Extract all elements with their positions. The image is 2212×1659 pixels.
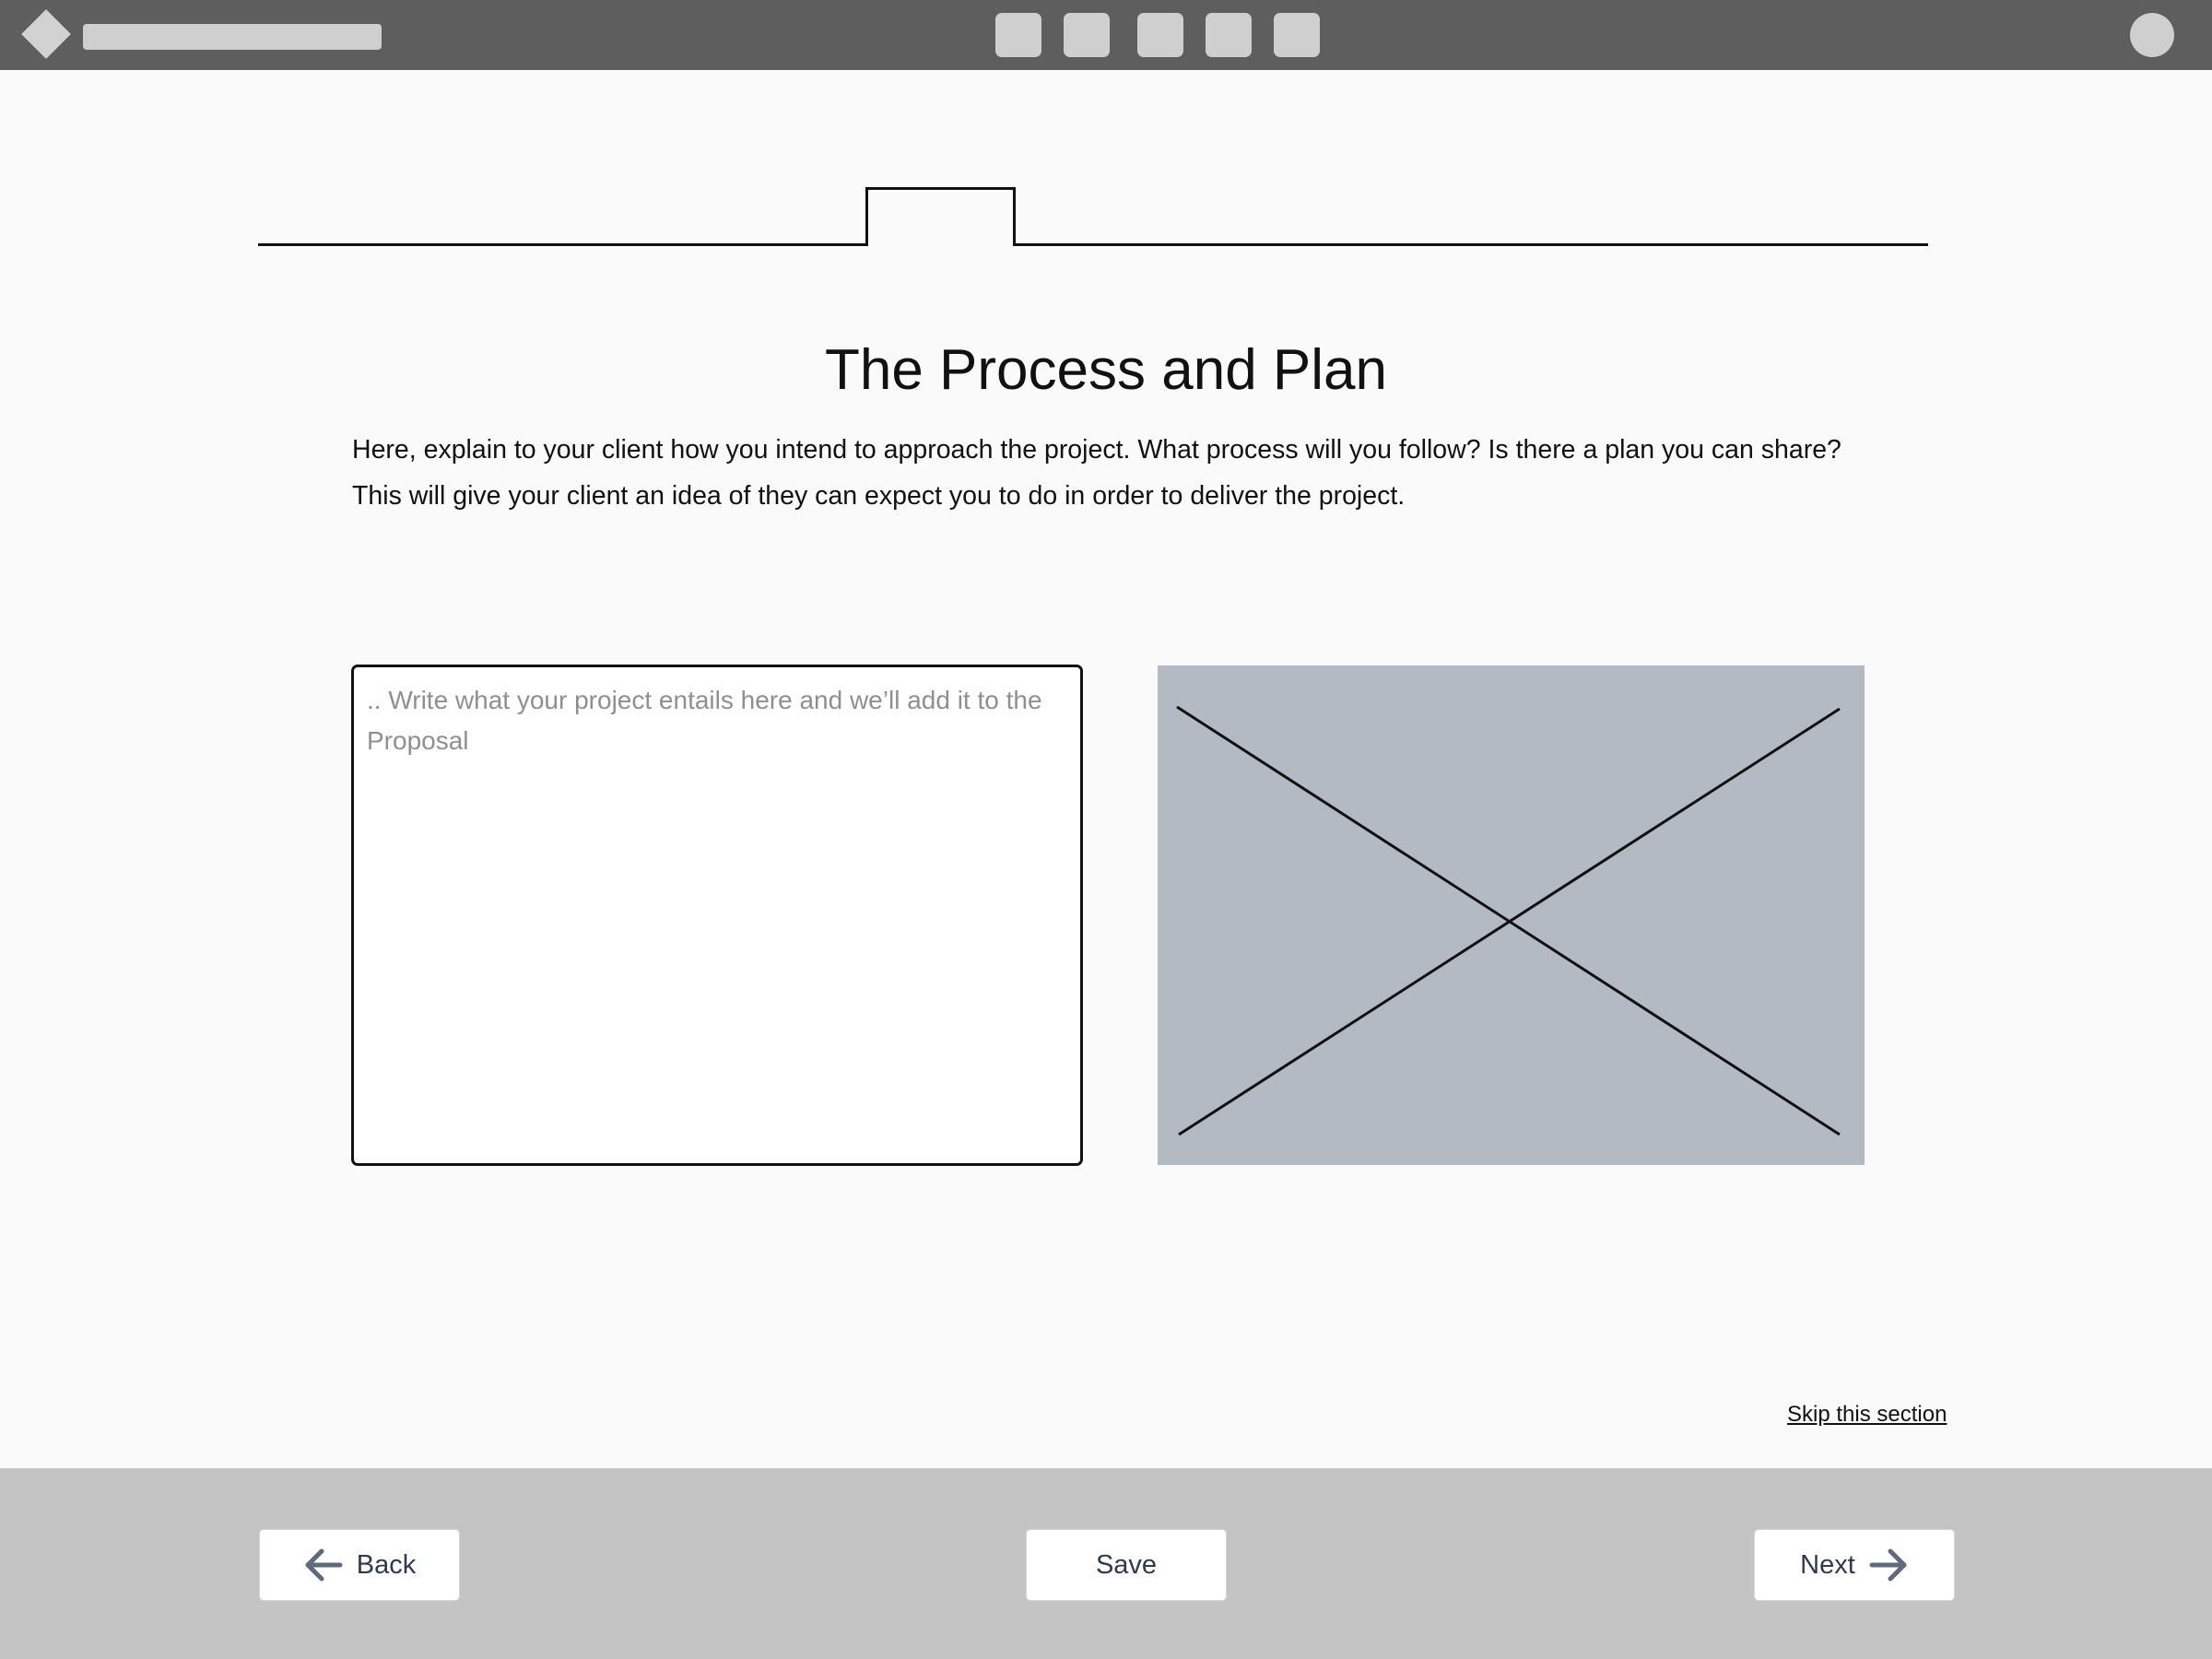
arrow-right-icon: [1869, 1548, 1907, 1582]
image-placeholder-icon: [1176, 705, 1841, 1136]
nav-button-2[interactable]: [1064, 13, 1110, 57]
arrow-left-icon: [305, 1548, 343, 1582]
back-button-label: Back: [356, 1549, 417, 1580]
nav-button-1[interactable]: [995, 13, 1041, 57]
nav-button-3[interactable]: [1137, 13, 1183, 57]
diamond-logo-icon[interactable]: [21, 9, 71, 59]
nav-button-4[interactable]: [1206, 13, 1252, 57]
next-button-label: Next: [1800, 1549, 1855, 1580]
user-avatar-icon[interactable]: [2130, 13, 2174, 57]
back-button[interactable]: Back: [259, 1529, 460, 1601]
progress-current-step: [865, 187, 1016, 246]
top-bar: [0, 0, 2212, 70]
app-title-placeholder: [83, 24, 382, 50]
next-button[interactable]: Next: [1754, 1529, 1955, 1601]
progress-track: [258, 243, 1928, 246]
save-button[interactable]: Save: [1026, 1529, 1227, 1601]
image-placeholder[interactable]: [1158, 665, 1865, 1165]
save-button-label: Save: [1095, 1549, 1158, 1580]
page-title: The Process and Plan: [824, 338, 1387, 402]
page-description: Here, explain to your client how you int…: [352, 435, 1841, 511]
footer-bar: Back Save Next: [0, 1468, 2212, 1659]
project-details-textarea[interactable]: [351, 665, 1083, 1166]
skip-section-link[interactable]: Skip this section: [1787, 1399, 1947, 1430]
nav-button-5[interactable]: [1274, 13, 1320, 57]
